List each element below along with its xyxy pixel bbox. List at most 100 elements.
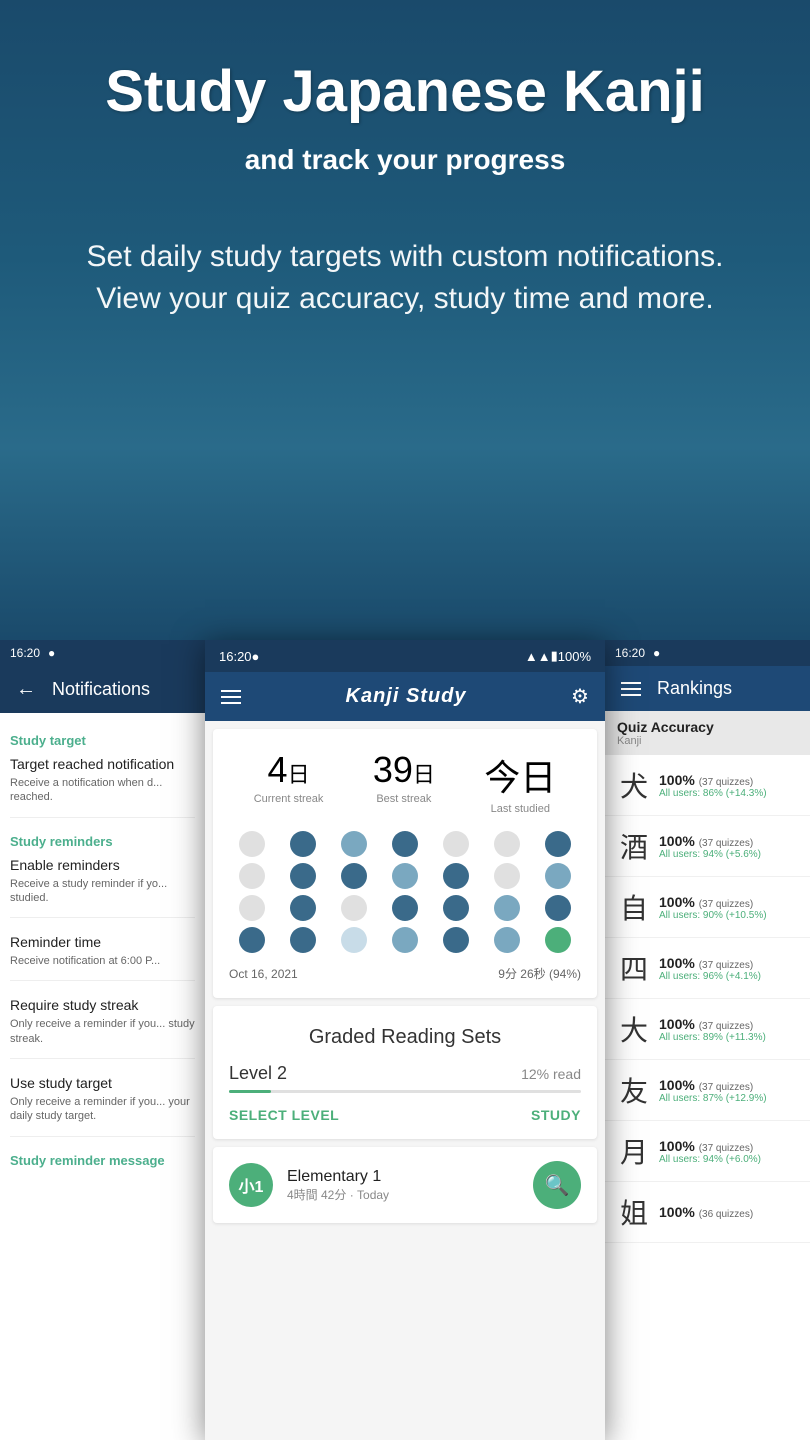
ranking-percent: 100% (37 quizzes) (659, 1138, 798, 1154)
streak-time-studied: 9分 26秒 (94%) (498, 965, 581, 982)
ranking-kanji: 自 (617, 887, 651, 927)
hero-description: Set daily study targets with custom noti… (55, 236, 755, 320)
ranking-kanji: 姐 (617, 1192, 651, 1232)
ranking-percent: 100% (37 quizzes) (659, 833, 798, 849)
center-status-icon: ● (252, 649, 260, 664)
ranking-sub: All users: 89% (+11.3%) (659, 1032, 798, 1043)
dot (239, 863, 265, 889)
rankings-panel: 16:20 ● Rankings Quiz Accuracy Kanji 犬 1… (605, 640, 810, 1440)
dot (494, 863, 520, 889)
notif-item-enable-reminders: Enable reminders Receive a study reminde… (10, 857, 195, 919)
dot (239, 895, 265, 921)
graded-reading-card: Graded Reading Sets Level 2 12% read SEL… (213, 1006, 597, 1139)
dot (290, 863, 316, 889)
last-studied: 今日 Last studied (484, 749, 556, 815)
ranking-sub: All users: 94% (+5.6%) (659, 849, 798, 860)
ranking-info: 100% (36 quizzes) (659, 1204, 798, 1220)
dot (545, 831, 571, 857)
dot (290, 831, 316, 857)
select-level-button[interactable]: SELECT LEVEL (229, 1107, 339, 1123)
dot (443, 863, 469, 889)
notif-desc-target-reached: Receive a notification when d... reached… (10, 776, 195, 805)
hero-subtitle: and track your progress (40, 144, 770, 176)
notif-title-use-study-target: Use study target (10, 1075, 195, 1091)
rankings-content: Quiz Accuracy Kanji 犬 100% (37 quizzes) … (605, 711, 810, 1243)
streak-date: Oct 16, 2021 (229, 967, 298, 981)
dot (392, 927, 418, 953)
ranking-info: 100% (37 quizzes) All users: 96% (+4.1%) (659, 955, 798, 982)
ranking-info: 100% (37 quizzes) All users: 86% (+14.3%… (659, 772, 798, 799)
ranking-percent: 100% (37 quizzes) (659, 894, 798, 910)
ranking-percent: 100% (37 quizzes) (659, 955, 798, 971)
ranking-sub: All users: 90% (+10.5%) (659, 910, 798, 921)
ranking-kanji: 四 (617, 948, 651, 988)
ranking-kanji: 月 (617, 1131, 651, 1171)
notif-item-require-streak: Require study streak Only receive a remi… (10, 997, 195, 1059)
dot (494, 831, 520, 857)
best-streak: 39日 Best streak (373, 749, 435, 815)
notif-title-enable-reminders: Enable reminders (10, 857, 195, 873)
hero-section: Study Japanese Kanji and track your prog… (0, 0, 810, 640)
main-app-panel: 16:20 ● ▲▲ ▮ 100% Kanji Study ⚙ 4日 Curre… (205, 640, 605, 1440)
notif-desc-reminder-time: Receive notification at 6:00 P... (10, 954, 195, 968)
hamburger-menu-icon[interactable] (221, 690, 241, 704)
ranking-info: 100% (37 quizzes) All users: 90% (+10.5%… (659, 894, 798, 921)
ranking-row: 友 100% (37 quizzes) All users: 87% (+12.… (605, 1060, 810, 1121)
streak-card: 4日 Current streak 39日 Best streak 今日 Las… (213, 729, 597, 998)
ranking-kanji: 酒 (617, 826, 651, 866)
left-time: 16:20 (10, 646, 40, 660)
rankings-section-header: Quiz Accuracy Kanji (605, 711, 810, 755)
ranking-row: 犬 100% (37 quizzes) All users: 86% (+14.… (605, 755, 810, 816)
ranking-kanji: 犬 (617, 765, 651, 805)
rankings-header: Rankings (605, 666, 810, 711)
ranking-row: 自 100% (37 quizzes) All users: 90% (+10.… (605, 877, 810, 938)
dot (545, 927, 571, 953)
reading-progress-bar (229, 1090, 581, 1093)
dot (341, 831, 367, 857)
left-status-icon: ● (48, 646, 55, 660)
right-status-icon: ● (653, 646, 660, 660)
ranking-sub: All users: 86% (+14.3%) (659, 788, 798, 799)
right-status-bar: 16:20 ● (605, 640, 810, 666)
ranking-row: 酒 100% (37 quizzes) All users: 94% (+5.6… (605, 816, 810, 877)
center-header: Kanji Study ⚙ (205, 672, 605, 721)
study-target-header: Study target (10, 733, 195, 748)
notif-title-reminder-time: Reminder time (10, 934, 195, 950)
rankings-hamburger-icon[interactable] (621, 682, 641, 696)
dot (239, 831, 265, 857)
elementary-title: Elementary 1 (287, 1168, 519, 1186)
dot (341, 895, 367, 921)
study-button[interactable]: STUDY (531, 1107, 581, 1123)
current-streak-label: Current streak (254, 793, 324, 805)
center-status-bar: 16:20 ● ▲▲ ▮ 100% (205, 640, 605, 672)
streak-footer: Oct 16, 2021 9分 26秒 (94%) (229, 965, 581, 982)
current-streak-number: 4日 (254, 749, 324, 791)
hero-title: Study Japanese Kanji (40, 60, 770, 124)
dot (290, 927, 316, 953)
current-streak: 4日 Current streak (254, 749, 324, 815)
streak-dots-grid (229, 831, 581, 953)
ranking-sub: All users: 87% (+12.9%) (659, 1093, 798, 1104)
rankings-title: Rankings (657, 678, 732, 699)
notif-desc-use-study-target: Only receive a reminder if you... your d… (10, 1095, 195, 1124)
ranking-info: 100% (37 quizzes) All users: 94% (+6.0%) (659, 1138, 798, 1165)
dot (392, 895, 418, 921)
settings-icon[interactable]: ⚙ (571, 684, 589, 709)
notif-title-require-streak: Require study streak (10, 997, 195, 1013)
reading-percent: 12% read (521, 1066, 581, 1082)
ranking-percent: 100% (37 quizzes) (659, 1077, 798, 1093)
dot (443, 895, 469, 921)
ranking-percent: 100% (37 quizzes) (659, 772, 798, 788)
notif-desc-enable-reminders: Receive a study reminder if yo... studie… (10, 877, 195, 906)
notif-item-use-study-target: Use study target Only receive a reminder… (10, 1075, 195, 1137)
notif-item-reminder-time: Reminder time Receive notification at 6:… (10, 934, 195, 981)
dot (392, 831, 418, 857)
back-arrow-icon[interactable]: ← (16, 678, 36, 701)
last-studied-value: 今日 (484, 749, 556, 801)
ranking-row: 四 100% (37 quizzes) All users: 96% (+4.1… (605, 938, 810, 999)
notif-title-target-reached: Target reached notification (10, 756, 195, 772)
notif-desc-require-streak: Only receive a reminder if you... study … (10, 1017, 195, 1046)
ranking-info: 100% (37 quizzes) All users: 94% (+5.6%) (659, 833, 798, 860)
search-button[interactable]: 🔍 (533, 1161, 581, 1209)
search-icon: 🔍 (545, 1173, 570, 1198)
